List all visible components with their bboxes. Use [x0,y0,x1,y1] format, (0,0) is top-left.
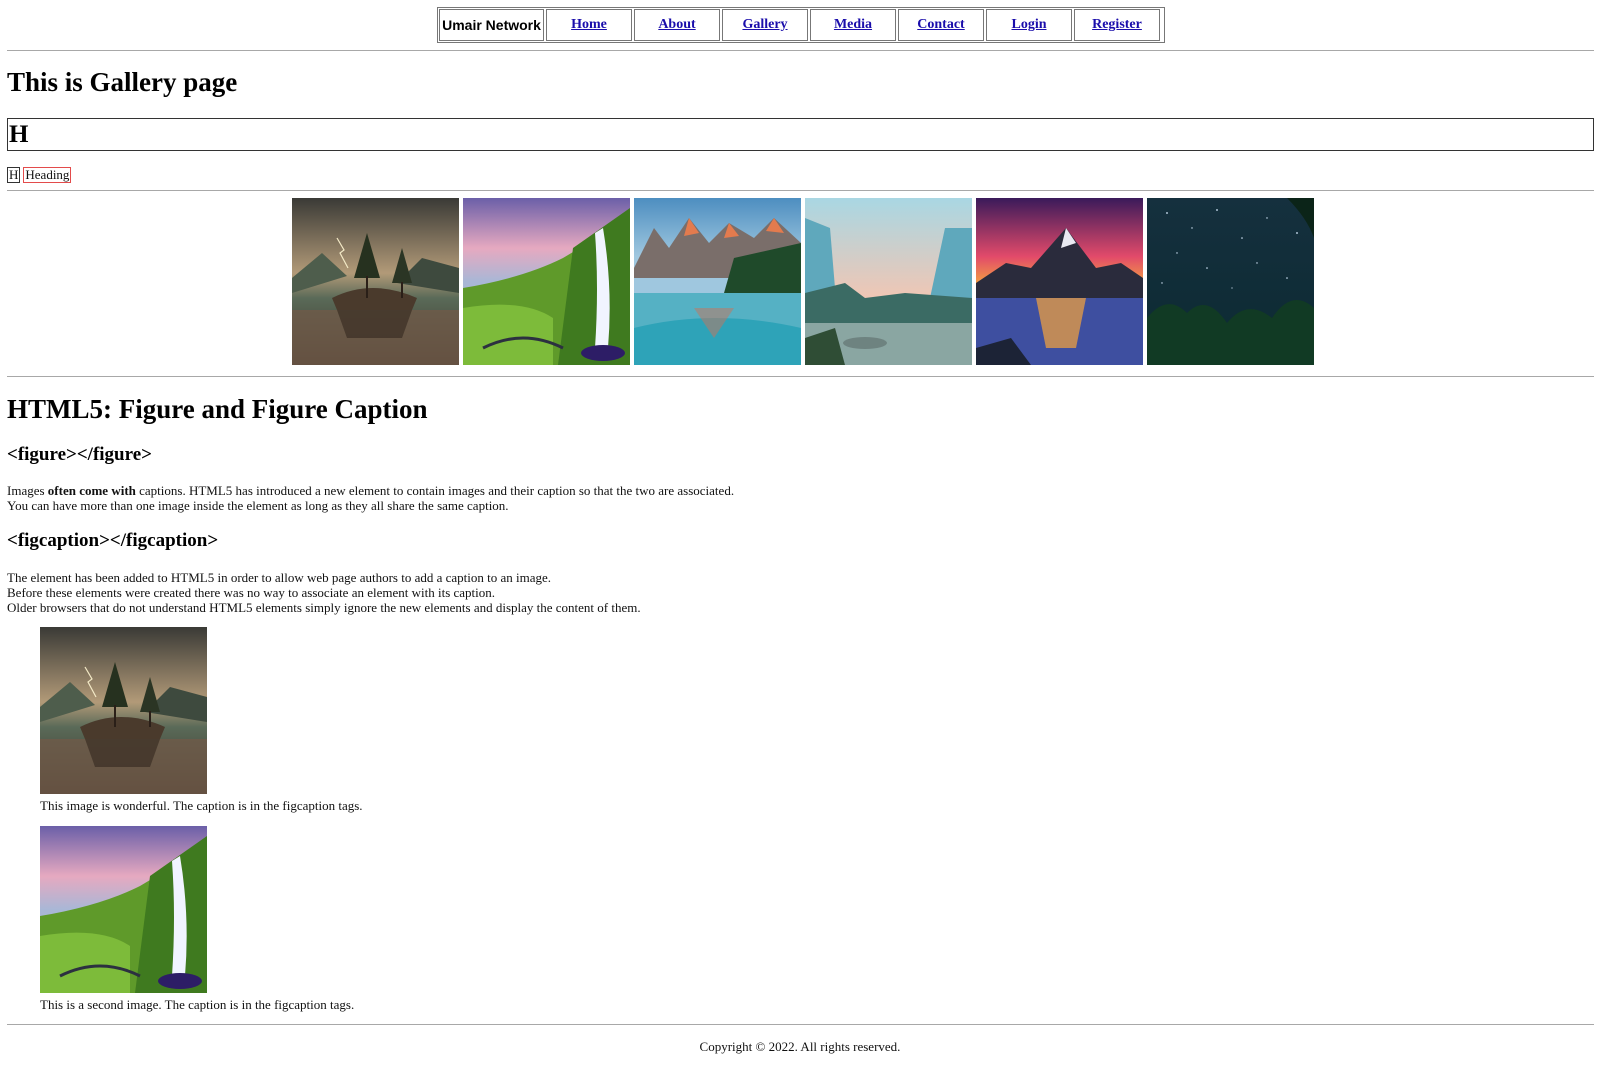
sample-h-box: H [7,167,21,183]
nav-link-media[interactable]: Media [834,17,872,33]
nav-item-about[interactable]: About [634,9,720,41]
nav-link-about[interactable]: About [658,17,695,33]
nav-item-gallery[interactable]: Gallery [722,9,808,41]
nav-link-login[interactable]: Login [1011,17,1046,33]
divider [7,190,1594,191]
gallery-row [292,198,1314,365]
section-title: HTML5: Figure and Figure Caption [7,394,428,424]
nav-link-contact[interactable]: Contact [917,17,964,33]
figcaption-para-line1: The element has been added to HTML5 in o… [7,570,552,585]
nav-link-register[interactable]: Register [1092,17,1142,33]
nav-item-register[interactable]: Register [1074,9,1160,41]
figure-tag-heading: <figure></figure> [7,444,152,465]
sunset-mountain-image[interactable] [976,198,1143,365]
figure-para-line2: You can have more than one image inside … [7,498,509,513]
sample-row: H Heading [7,167,72,183]
misty-valley-image[interactable] [805,198,972,365]
figcaption-tag-heading: <figcaption></figcaption> [7,530,219,551]
figure-2: This is a second image. The caption is i… [40,826,354,1012]
figure-2-image[interactable] [40,826,207,993]
nav-item-contact[interactable]: Contact [898,9,984,41]
footer-copyright: Copyright © 2022. All rights reserved. [699,1039,901,1054]
figure-2-caption: This is a second image. The caption is i… [40,997,355,1012]
nav-item-login[interactable]: Login [986,9,1072,41]
nav-link-home[interactable]: Home [571,17,607,33]
divider [7,50,1594,51]
top-nav: Umair Network Home About Gallery Media C… [437,7,1165,43]
brand-logo[interactable]: Umair Network [439,9,544,41]
figure-paragraph: Images often come with captions. HTML5 h… [7,483,734,513]
figure-1-caption: This image is wonderful. The caption is … [40,798,363,813]
divider [7,376,1594,377]
figcaption-paragraph: The element has been added to HTML5 in o… [7,570,641,615]
waterfall-image[interactable] [463,198,630,365]
sample-heading-box: Heading [23,167,72,183]
divider [7,1024,1594,1025]
nav-item-home[interactable]: Home [546,9,632,41]
figure-para-pre: Images [7,483,48,498]
figure-para-bold: often come with [47,483,136,498]
figure-1-image[interactable] [40,627,207,794]
lake-tree-storm-image[interactable] [292,198,459,365]
nav-item-media[interactable]: Media [810,9,896,41]
page: Umair Network Home About Gallery Media C… [0,0,1600,1066]
figure-para-post: captions. HTML5 has introduced a new ele… [135,483,735,498]
nav-link-gallery[interactable]: Gallery [742,17,787,33]
page-title: This is Gallery page [7,67,238,97]
mountain-lake-image[interactable] [634,198,801,365]
figure-1: This image is wonderful. The caption is … [40,627,363,813]
figcaption-para-line2: Before these elements were created there… [7,585,496,600]
search-input[interactable]: H [7,118,1594,151]
starry-forest-image[interactable] [1147,198,1314,365]
figcaption-para-line3: Older browsers that do not understand HT… [7,600,641,615]
